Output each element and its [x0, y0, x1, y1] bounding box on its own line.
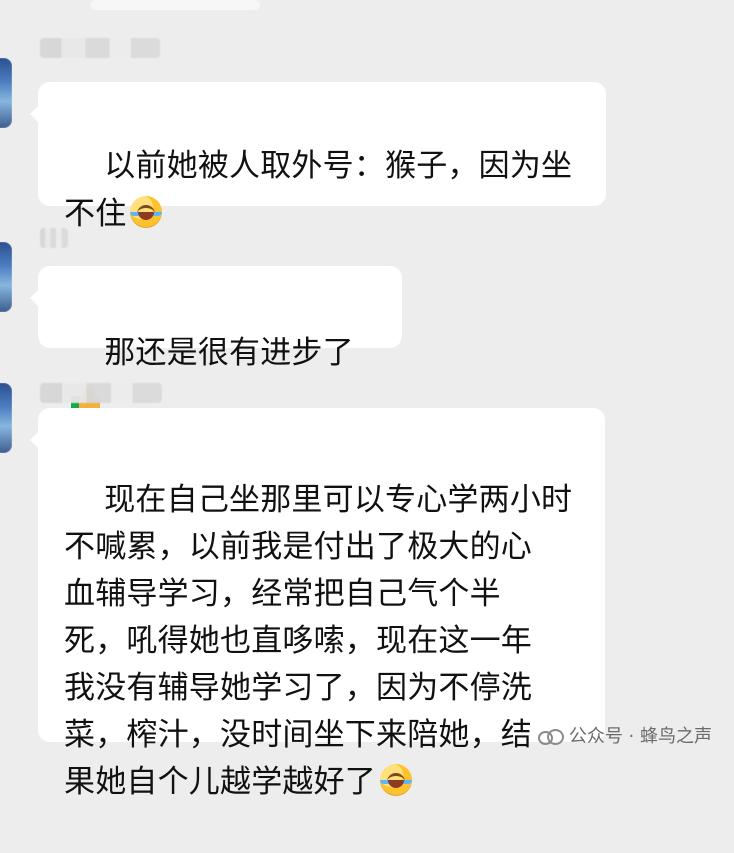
message-text: 现在自己坐那里可以专心学两小时 不喊累，以前我是付出了极大的心 血辅导学习，经常…	[64, 482, 573, 800]
avatar[interactable]	[0, 383, 12, 453]
avatar[interactable]	[0, 242, 12, 312]
message-bubble[interactable]: 现在自己坐那里可以专心学两小时 不喊累，以前我是付出了极大的心 血辅导学习，经常…	[30, 408, 605, 800]
message-text: 那还是很有进步了	[104, 335, 354, 371]
sender-name-blur	[40, 228, 68, 248]
message-bubble[interactable]: 以前她被人取外号：猴子，因为坐 不住	[30, 82, 606, 232]
message-bubble[interactable]: 那还是很有进步了	[30, 266, 402, 415]
wechat-icon	[537, 728, 564, 746]
chat-screen: 以前她被人取外号：猴子，因为坐 不住 那还是很有进步了 现在自己坐那里可以专心学…	[0, 0, 734, 800]
sender-name-blur	[40, 383, 162, 403]
crying-laughing-emoji-icon	[130, 196, 163, 228]
watermark-text: 公众号 · 蜂鸟之声	[568, 726, 712, 747]
crying-laughing-emoji-icon	[380, 764, 412, 796]
avatar[interactable]	[0, 58, 12, 128]
top-fade	[90, 0, 260, 10]
sender-name-blur	[40, 38, 160, 58]
watermark: 公众号 · 蜂鸟之声	[537, 725, 712, 749]
